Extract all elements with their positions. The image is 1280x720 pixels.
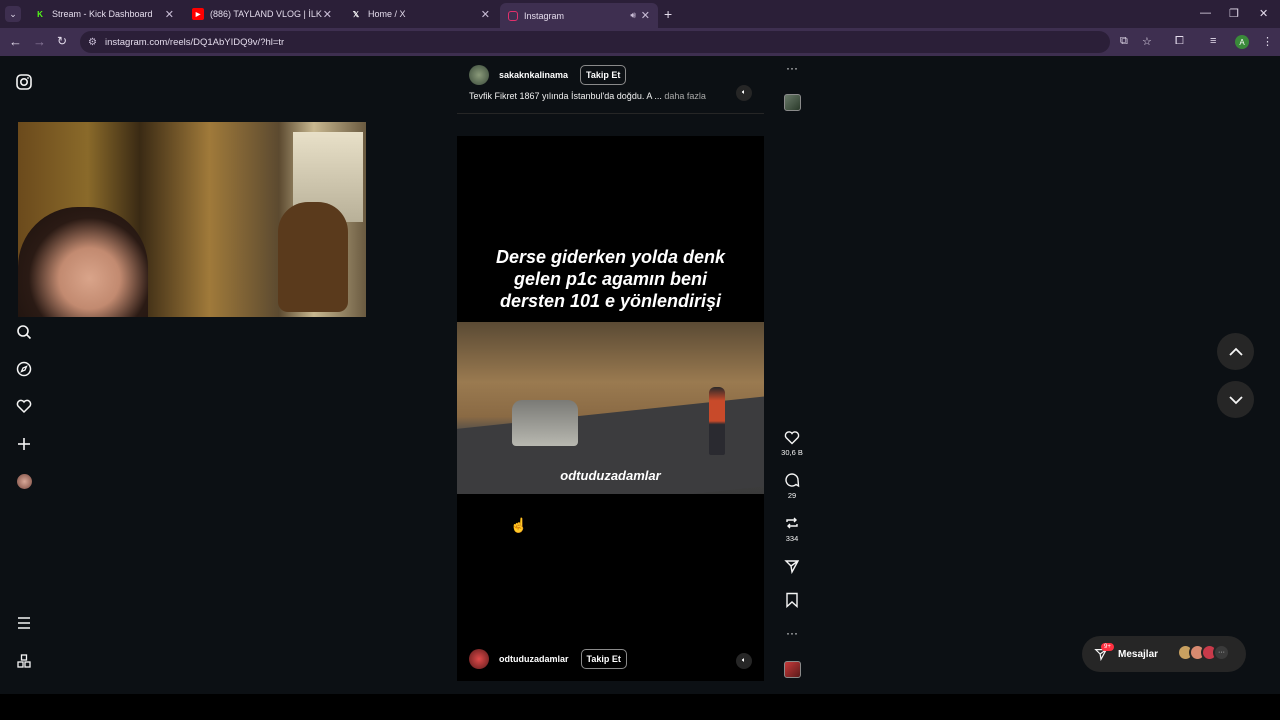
follow-button[interactable]: Takip Et xyxy=(580,649,627,669)
webcam-overlay xyxy=(18,122,366,317)
caption-line: dersten 101 e yönlendirişi xyxy=(499,291,722,311)
close-icon[interactable]: ✕ xyxy=(165,8,174,21)
messages-label: Mesajlar xyxy=(1118,648,1159,660)
next-reel-button[interactable] xyxy=(1217,381,1254,418)
taskbar-area xyxy=(0,694,1280,720)
bookmark-icon xyxy=(786,592,798,608)
like-button[interactable]: 30,6 B xyxy=(780,430,804,457)
bookmark-star-icon[interactable]: ☆ xyxy=(1142,35,1152,48)
youtube-icon: ▶ xyxy=(192,8,204,20)
audio-thumbnail[interactable] xyxy=(784,94,801,111)
comment-count: 29 xyxy=(787,491,797,500)
comment-icon xyxy=(785,473,800,488)
message-avatars: ··· xyxy=(1177,644,1230,661)
repost-count: 334 xyxy=(785,534,799,543)
instagram-icon xyxy=(508,10,518,21)
author-username[interactable]: odtuduzadamlar xyxy=(499,654,569,664)
audio-playing-icon[interactable]: 🔊︎ xyxy=(630,10,636,21)
follow-button[interactable]: Takip Et xyxy=(580,65,627,85)
video-scene: odtuduzadamlar xyxy=(457,322,764,494)
tab-kick[interactable]: K Stream - Kick Dashboard ✕ xyxy=(26,3,182,25)
explore-icon[interactable] xyxy=(15,360,33,378)
search-icon[interactable] xyxy=(15,323,33,341)
new-tab-button[interactable]: + xyxy=(664,6,672,22)
reel-video[interactable]: Derse giderken yolda denk gelen p1c agam… xyxy=(457,136,764,681)
minimize-icon[interactable]: — xyxy=(1200,7,1211,19)
person xyxy=(709,387,725,455)
notification-badge: 9+ xyxy=(1101,643,1114,651)
video-watermark: odtuduzadamlar xyxy=(560,468,661,483)
chevron-down-icon xyxy=(1228,395,1243,404)
save-button[interactable] xyxy=(780,592,804,611)
caption-line: Derse giderken yolda denk xyxy=(495,247,726,267)
reload-button[interactable]: ↻ xyxy=(57,34,67,48)
mouse-cursor-icon: ☝ xyxy=(510,517,528,533)
mute-icon[interactable]: 🔈︎ xyxy=(736,653,752,669)
reel-author: odtuduzadamlar Takip Et xyxy=(469,649,627,669)
reel-caption: Derse giderken yolda denk gelen p1c agam… xyxy=(457,246,764,312)
author-avatar[interactable] xyxy=(469,649,489,669)
window-close-icon[interactable]: ✕ xyxy=(1259,7,1268,20)
streamer-face xyxy=(18,207,148,317)
site-info-icon[interactable]: ⚙ xyxy=(88,37,97,48)
instagram-page: sakaknkalinama Takip Et Tevfik Fikret 18… xyxy=(0,56,1280,694)
url-text: instagram.com/reels/DQ1AbYIDQ9v/?hl=tr xyxy=(104,36,285,48)
browser-toolbar: ← → ↻ ⚙ instagram.com/reels/DQ1AbYIDQ9v/… xyxy=(0,28,1280,56)
instagram-logo-icon[interactable] xyxy=(15,73,33,91)
more-options-icon[interactable]: ··· xyxy=(780,61,804,75)
like-count: 30,6 B xyxy=(781,448,803,457)
media-controls-icon[interactable]: ≡ xyxy=(1210,35,1216,47)
restore-icon[interactable]: ❐ xyxy=(1229,7,1239,20)
close-icon[interactable]: ✕ xyxy=(481,8,490,21)
profile-avatar[interactable]: A xyxy=(1235,35,1249,49)
menu-icon[interactable] xyxy=(15,614,33,632)
share-button[interactable] xyxy=(780,558,804,577)
repost-button[interactable]: 334 xyxy=(780,515,804,543)
tab-instagram[interactable]: Instagram 🔊︎ ✕ xyxy=(500,3,658,28)
menu-dots-icon[interactable]: ⋮ xyxy=(1262,35,1273,48)
previous-reel-author: sakaknkalinama Takip Et xyxy=(469,65,627,85)
more-options-icon[interactable]: ··· xyxy=(780,626,804,640)
audio-thumbnail[interactable] xyxy=(784,661,801,678)
tab-title: (886) TAYLAND VLOG | İLK GÜN xyxy=(210,9,322,19)
browser-tab-bar: ⌄ K Stream - Kick Dashboard ✕ ▶ (886) TA… xyxy=(0,0,1280,28)
x-icon: 𝕏 xyxy=(352,9,360,19)
author-avatar[interactable] xyxy=(469,65,489,85)
tab-x[interactable]: 𝕏 Home / X ✕ xyxy=(342,3,498,25)
more-dots-icon: ··· xyxy=(1213,644,1230,661)
tab-youtube[interactable]: ▶ (886) TAYLAND VLOG | İLK GÜN ✕ xyxy=(184,3,340,25)
close-icon[interactable]: ✕ xyxy=(641,9,650,22)
more-apps-icon[interactable] xyxy=(15,652,33,670)
mute-icon[interactable]: 🔈︎ xyxy=(736,85,752,101)
send-icon xyxy=(784,560,800,574)
reel-description: Tevfik Fikret 1867 yılında İstanbul'da d… xyxy=(469,91,706,101)
profile-avatar[interactable] xyxy=(15,472,33,490)
caption-line: gelen p1c agamın beni xyxy=(513,269,708,289)
comment-button[interactable]: 29 xyxy=(780,472,804,500)
author-username[interactable]: sakaknkalinama xyxy=(499,70,568,80)
heart-icon[interactable] xyxy=(15,397,33,415)
repost-icon xyxy=(786,517,798,529)
chevron-up-icon xyxy=(1228,347,1243,356)
extensions-icon[interactable]: ⧠ xyxy=(1175,35,1184,48)
create-icon[interactable] xyxy=(15,435,33,453)
description-text: Tevfik Fikret 1867 yılında İstanbul'da d… xyxy=(469,91,662,101)
page-scrollbar[interactable] xyxy=(1270,56,1280,694)
car xyxy=(512,400,578,446)
address-bar[interactable]: ⚙ instagram.com/reels/DQ1AbYIDQ9v/?hl=tr xyxy=(80,31,1110,53)
tab-search-button[interactable]: ⌄ xyxy=(5,6,21,22)
back-button[interactable]: ← xyxy=(9,34,22,49)
previous-reel-button[interactable] xyxy=(1217,333,1254,370)
close-icon[interactable]: ✕ xyxy=(323,8,332,21)
install-app-icon[interactable]: ⧉ xyxy=(1120,35,1128,48)
more-link[interactable]: daha fazla xyxy=(664,91,706,101)
tab-title: Home / X xyxy=(368,9,406,19)
teddy-bear xyxy=(278,202,348,312)
heart-icon xyxy=(784,431,800,445)
kick-icon: K xyxy=(37,9,43,19)
tab-title: Instagram xyxy=(524,10,565,21)
forward-button[interactable]: → xyxy=(33,34,46,49)
tab-title: Stream - Kick Dashboard xyxy=(52,9,153,19)
